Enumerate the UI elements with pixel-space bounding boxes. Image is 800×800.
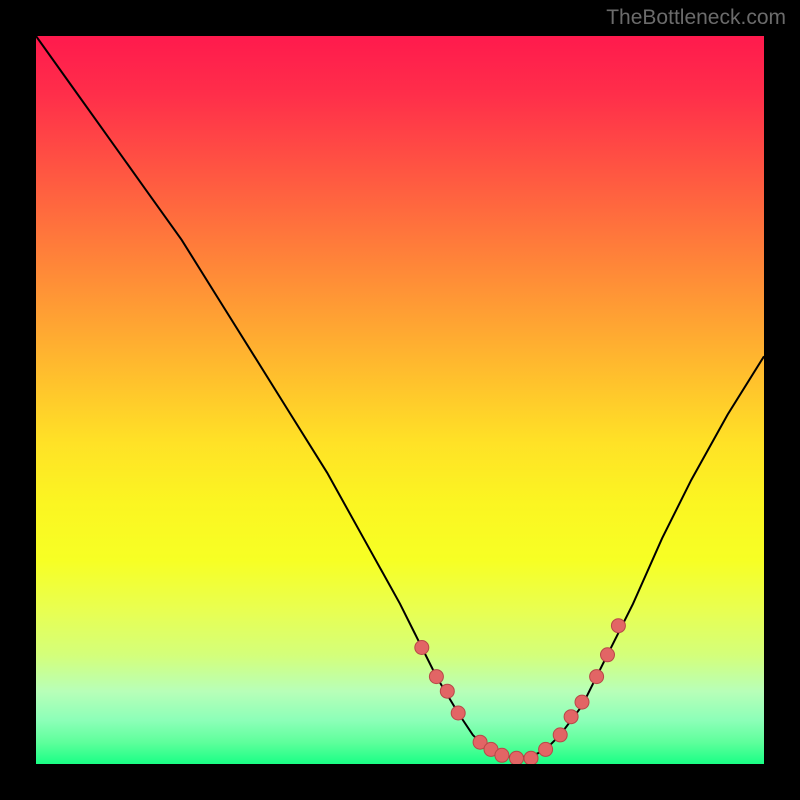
marker-point	[524, 751, 538, 764]
watermark-text: TheBottleneck.com	[606, 6, 786, 30]
marker-point	[429, 670, 443, 684]
highlight-markers	[415, 619, 626, 764]
marker-point	[510, 751, 524, 764]
marker-point	[539, 742, 553, 756]
bottleneck-curve-line	[36, 36, 764, 757]
marker-point	[495, 748, 509, 762]
marker-point	[611, 619, 625, 633]
marker-point	[564, 710, 578, 724]
marker-point	[553, 728, 567, 742]
marker-point	[601, 648, 615, 662]
chart-plot-area	[36, 36, 764, 764]
marker-point	[590, 670, 604, 684]
marker-point	[451, 706, 465, 720]
marker-point	[440, 684, 454, 698]
marker-point	[415, 641, 429, 655]
marker-point	[575, 695, 589, 709]
chart-svg	[36, 36, 764, 764]
